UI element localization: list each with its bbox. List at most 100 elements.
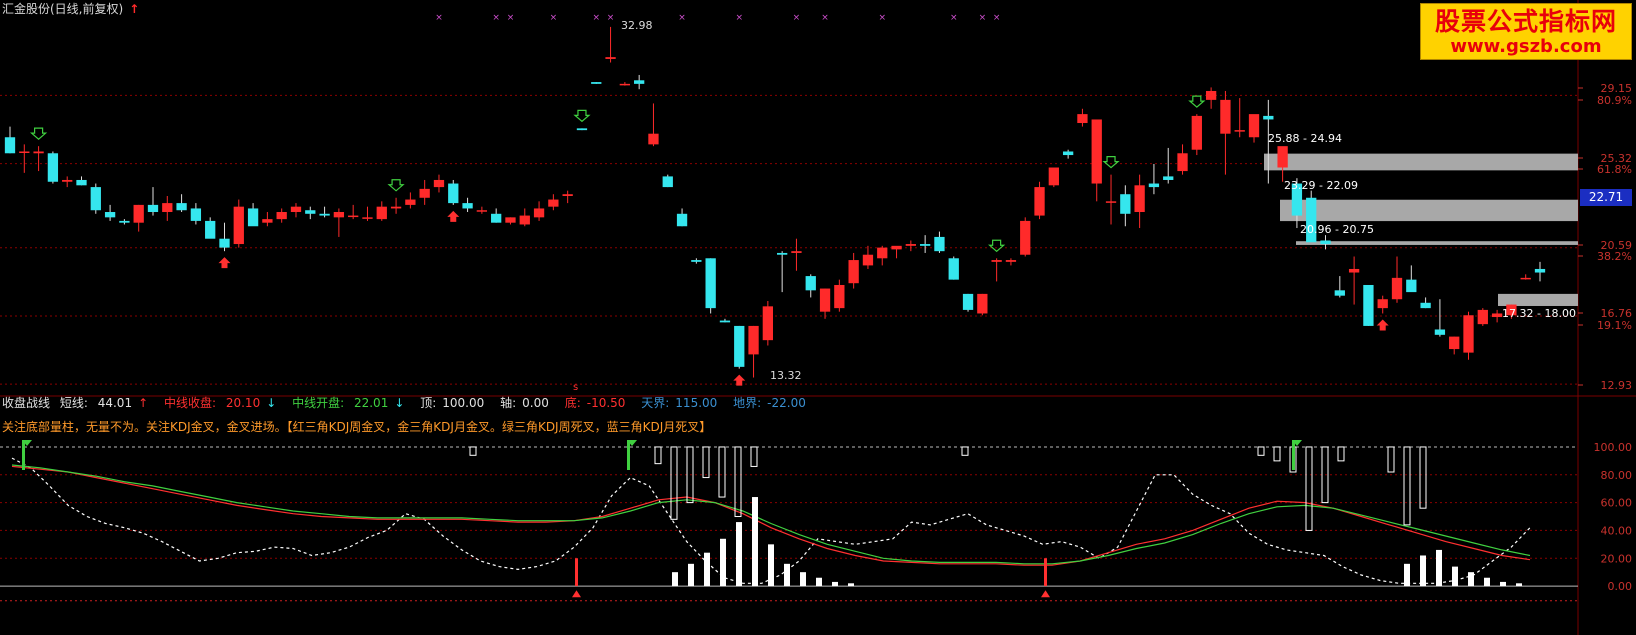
candle-body <box>691 260 702 262</box>
hollow-volume-bar <box>750 446 758 467</box>
buy-arrow-icon <box>218 257 231 269</box>
candle-body <box>548 199 559 207</box>
candle-body <box>634 80 645 84</box>
candle-body <box>891 245 902 250</box>
candle-body <box>934 236 945 252</box>
volume-bar <box>704 552 710 587</box>
price-axis-tick-label: 12.93 <box>1601 379 1633 392</box>
candle-body <box>834 284 845 309</box>
candle-body <box>1263 115 1274 120</box>
short-line-readout: 短线: 44.01 ↑ <box>60 396 154 410</box>
buy-arrow-icon <box>447 210 460 222</box>
candle-body <box>276 212 287 220</box>
mid-open-readout: 中线开盘: 22.01 ↓ <box>292 396 410 410</box>
candle-body <box>1277 146 1288 168</box>
magenta-signal-mark: × <box>678 13 686 23</box>
volume-bar <box>832 581 838 587</box>
hollow-volume-bar <box>1305 446 1313 531</box>
stock-chart[interactable]: ×××××××××××××××× 100.0080.0060.0040.0020… <box>0 0 1636 635</box>
magenta-signal-mark: × <box>592 13 600 23</box>
candle-body <box>62 179 73 182</box>
low-price-label: 13.32 <box>770 369 802 382</box>
title-arrow-icon: ↑ <box>129 2 140 16</box>
mid-open-label: 中线开盘: <box>292 396 345 410</box>
candle-body <box>505 217 516 223</box>
candle-body <box>448 183 459 204</box>
candle-body <box>1177 153 1188 172</box>
candle-body <box>33 151 44 154</box>
candle-body <box>748 325 759 355</box>
short-line-arrow-icon: ↑ <box>138 396 149 410</box>
candle-body <box>1077 114 1088 124</box>
indicator-name[interactable]: 收盘战线 <box>2 396 50 410</box>
candle-body <box>1449 336 1460 350</box>
candle-body <box>491 213 502 223</box>
green-flag-bar <box>22 440 25 470</box>
hollow-volume-bar <box>654 446 662 465</box>
zone-label-1: 25.88 - 24.94 <box>1268 132 1342 145</box>
candle-body <box>1048 167 1059 186</box>
candle-body <box>247 208 259 227</box>
buy-arrow-icon <box>1376 319 1389 331</box>
price-axis-tick-label: 19.1% <box>1597 319 1632 332</box>
candle-body <box>1020 220 1031 255</box>
indicator-header: 收盘战线 短线: 44.01 ↑ 中线收盘: 20.10 ↓ 中线开盘: 22.01… <box>2 394 818 411</box>
indicator-panel[interactable]: 100.00 80.00 60.00 40.00 20.00 0.00 <box>0 440 1633 602</box>
window-title: 汇金股份(日线,前复权) ↑ <box>2 0 139 17</box>
candle-body <box>1220 99 1231 134</box>
candle-body <box>519 215 530 225</box>
candle-body <box>1406 279 1417 293</box>
magenta-signal-mark: × <box>492 13 500 23</box>
hollow-volume-bar <box>961 446 969 456</box>
sky-readout: 天界: 115.00 <box>641 396 723 410</box>
candle-body <box>190 208 202 221</box>
candle-body <box>1520 277 1531 280</box>
candle-body <box>576 128 588 131</box>
current-price-tag: 22.71 <box>1580 189 1632 206</box>
candle-body <box>476 210 488 212</box>
candle-body <box>1420 302 1431 309</box>
hollow-volume-bar <box>1337 446 1345 462</box>
candle-body <box>348 215 359 218</box>
magenta-signal-mark: × <box>950 13 958 23</box>
candle-body <box>1477 309 1488 325</box>
sell-arrow-icon <box>387 179 405 192</box>
candle-body <box>1348 268 1360 273</box>
candle-body <box>390 206 402 209</box>
volume-bar <box>816 577 822 587</box>
signal-bar <box>1044 558 1047 587</box>
candlestick-series[interactable] <box>4 26 1546 378</box>
price-axis-tick-label: 61.8% <box>1597 163 1632 176</box>
indicator-axis-tick-label: 80.00 <box>1601 469 1633 482</box>
magenta-signal-mark: × <box>507 13 515 23</box>
watermark-title: 股票公式指标网 <box>1434 7 1617 36</box>
candle-body <box>205 220 216 239</box>
hollow-volume-bar <box>670 446 678 520</box>
candle-body <box>619 83 631 86</box>
candle-body <box>948 258 959 280</box>
candle-body <box>777 252 788 255</box>
candle-body <box>533 208 545 218</box>
sell-arrow-icon <box>29 127 48 140</box>
candle-body <box>1377 299 1388 309</box>
indicator-axis-tick-label: 60.00 <box>1601 497 1633 510</box>
magenta-signal-mark: × <box>550 13 558 23</box>
candle-body <box>1105 201 1117 203</box>
price-zone-band <box>1498 293 1578 306</box>
candle-body <box>133 204 144 223</box>
candle-body <box>1148 183 1160 188</box>
signal-bar <box>575 558 578 587</box>
candle-body <box>734 325 745 367</box>
candle-body <box>1334 290 1345 296</box>
hollow-volume-bar <box>734 446 742 518</box>
axis-readout: 轴: 0.00 <box>500 396 555 410</box>
candle-body <box>19 151 30 153</box>
price-axis-tick-label: 38.2% <box>1597 250 1632 263</box>
candle-body <box>877 247 888 259</box>
candle-body <box>305 210 316 214</box>
candle-body <box>162 203 173 213</box>
magenta-signal-mark: × <box>607 13 615 23</box>
candle-body <box>405 199 416 205</box>
volume-bar <box>1436 549 1442 587</box>
volume-bar <box>1468 572 1474 587</box>
